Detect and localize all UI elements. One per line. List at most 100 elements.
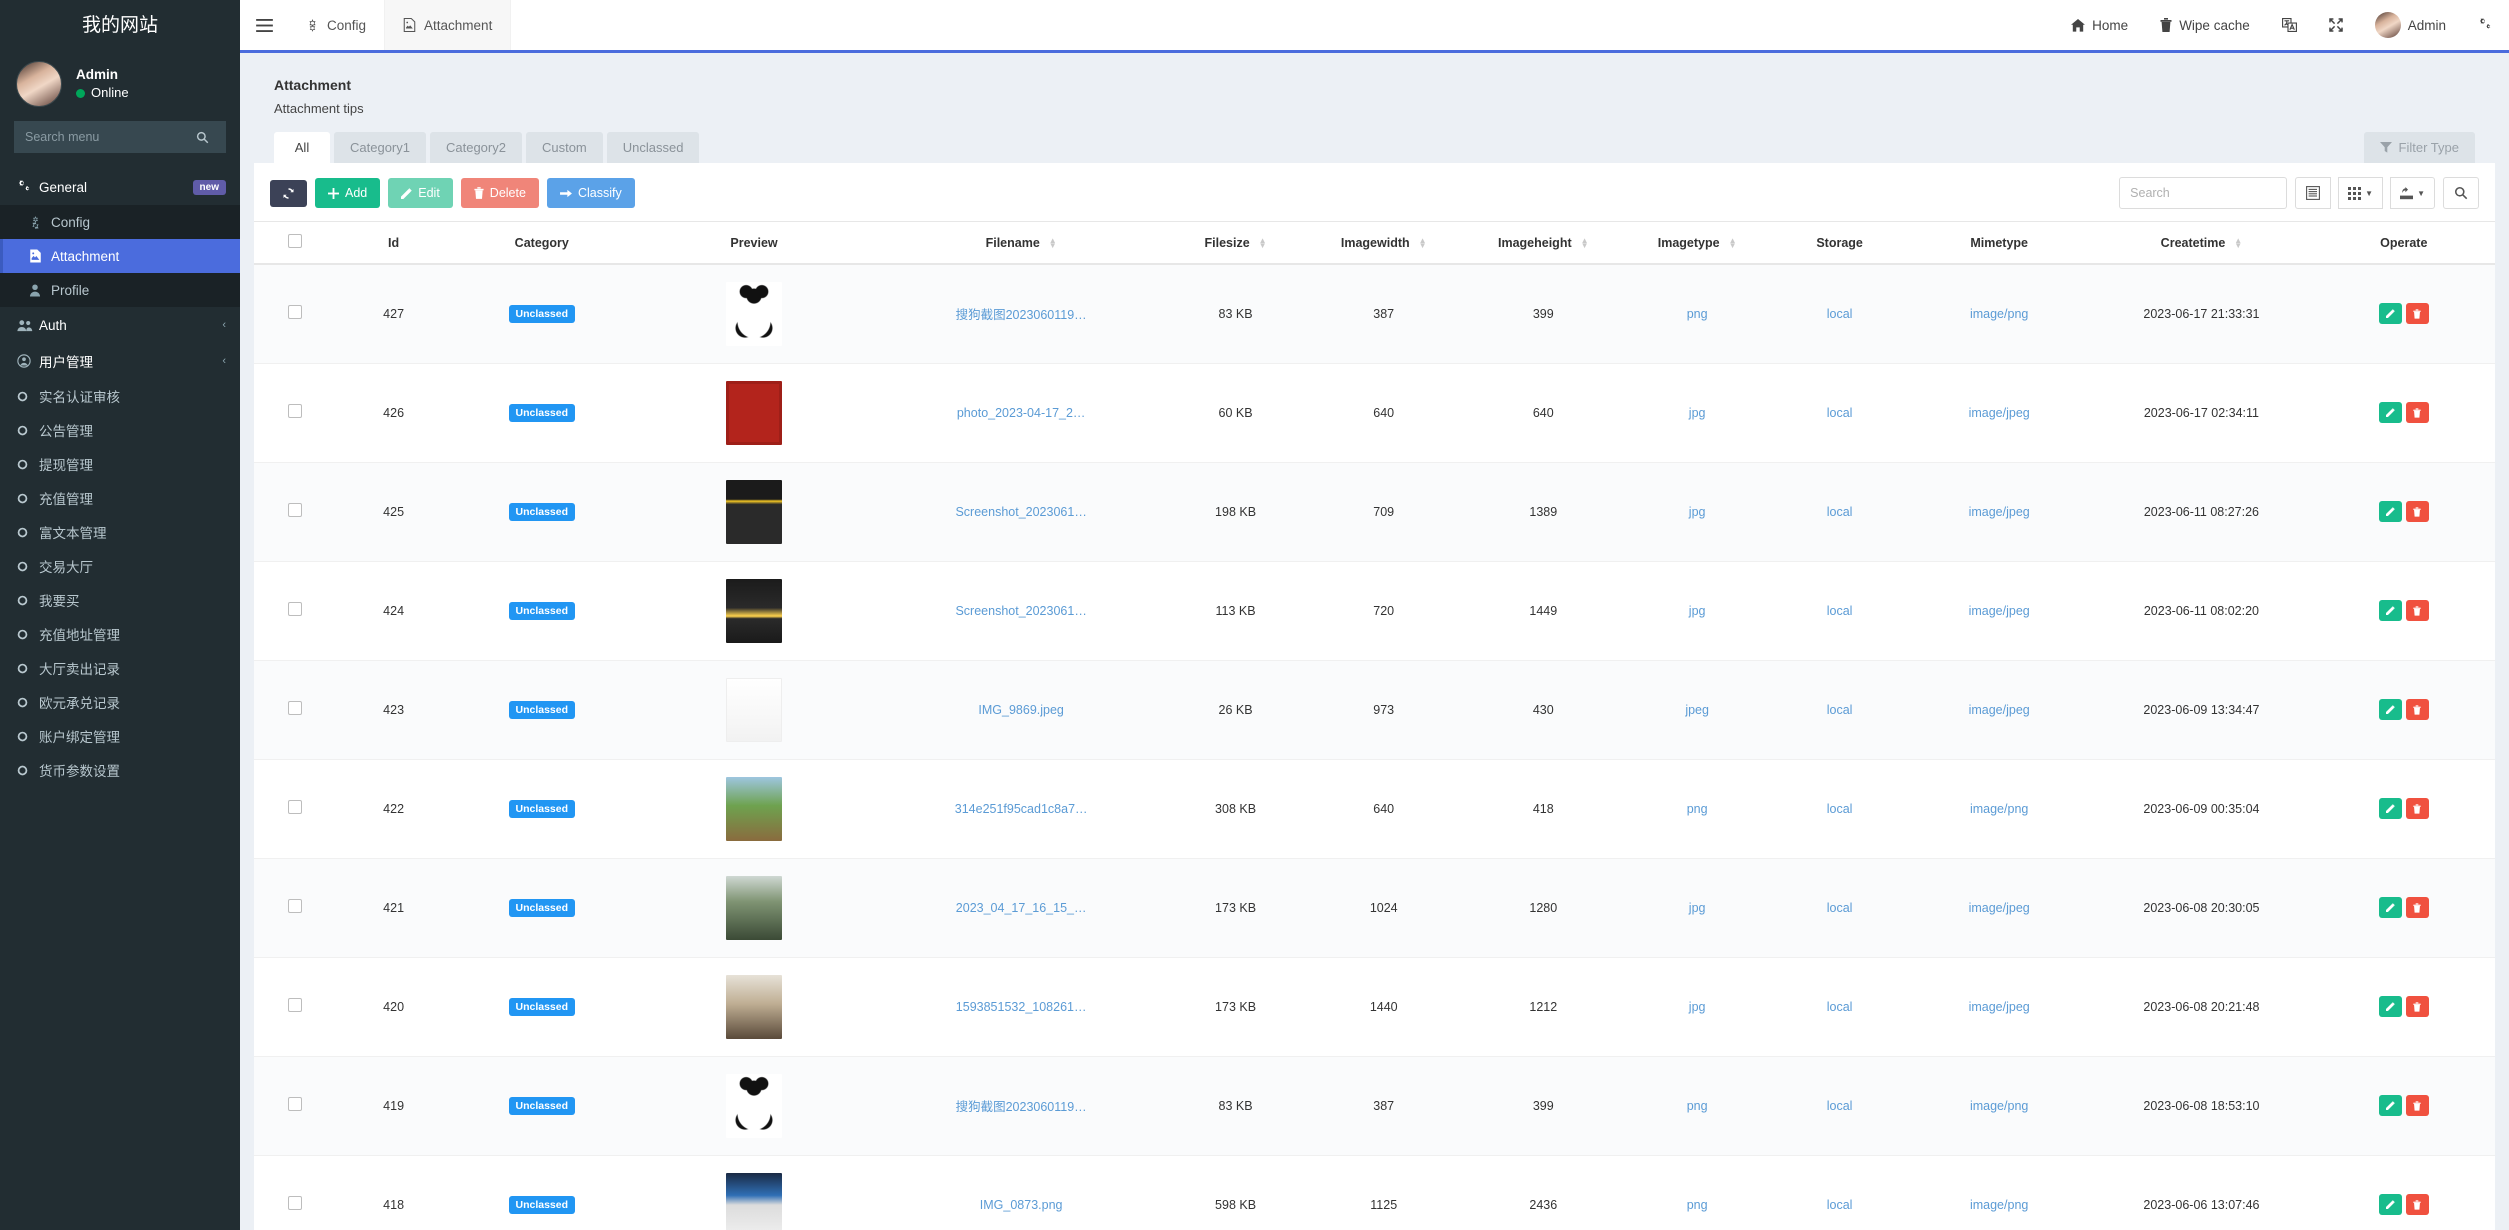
row-checkbox[interactable] <box>288 1196 302 1210</box>
mimetype-link[interactable]: image/jpeg <box>1969 901 2030 915</box>
row-checkbox[interactable] <box>288 800 302 814</box>
row-delete-button[interactable] <box>2406 897 2429 918</box>
sidebar-item-account-binding[interactable]: 账户绑定管理 <box>0 719 240 753</box>
filename-link[interactable]: 1593851532_108261… <box>956 1000 1087 1014</box>
search-input[interactable] <box>2119 177 2287 209</box>
table-row[interactable]: 420Unclassed1593851532_108261…173 KB1440… <box>254 957 2495 1056</box>
sidebar-item-richtext[interactable]: 富文本管理 <box>0 515 240 549</box>
imagetype-link[interactable]: jpg <box>1689 505 1706 519</box>
sidebar-item-general[interactable]: General new <box>0 169 240 205</box>
search-icon[interactable] <box>2443 177 2479 209</box>
row-delete-button[interactable] <box>2406 996 2429 1017</box>
mimetype-link[interactable]: image/jpeg <box>1969 703 2030 717</box>
sidebar-item-announcement[interactable]: 公告管理 <box>0 413 240 447</box>
imagetype-link[interactable]: jpg <box>1689 604 1706 618</box>
topbar-tab-attachment[interactable]: Attachment <box>385 0 511 50</box>
row-delete-button[interactable] <box>2406 600 2429 621</box>
storage-link[interactable]: local <box>1827 802 1853 816</box>
mimetype-link[interactable]: image/png <box>1970 307 2028 321</box>
sidebar-item-attachment[interactable]: Attachment <box>0 239 240 273</box>
search-icon[interactable] <box>196 122 225 152</box>
sidebar-item-user-management[interactable]: 用户管理 ‹ <box>0 343 240 379</box>
columns-icon[interactable] <box>2295 177 2331 209</box>
table-row[interactable]: 418UnclassedIMG_0873.png598 KB11252436pn… <box>254 1155 2495 1230</box>
sidebar-item-recharge-address[interactable]: 充值地址管理 <box>0 617 240 651</box>
edit-button[interactable]: Edit <box>388 178 453 208</box>
row-delete-button[interactable] <box>2406 303 2429 324</box>
settings-button[interactable] <box>2462 0 2509 50</box>
row-delete-button[interactable] <box>2406 1095 2429 1116</box>
th-filesize[interactable]: Filesize▲▼ <box>1167 222 1304 265</box>
table-row[interactable]: 422Unclassed314e251f95cad1c8a7…308 KB640… <box>254 759 2495 858</box>
table-row[interactable]: 427Unclassed搜狗截图2023060119…83 KB387399pn… <box>254 264 2495 363</box>
preview-thumbnail[interactable] <box>726 876 782 940</box>
row-edit-button[interactable] <box>2379 1194 2402 1215</box>
table-row[interactable]: 421Unclassed2023_04_17_16_15_…173 KB1024… <box>254 858 2495 957</box>
storage-link[interactable]: local <box>1827 1099 1853 1113</box>
row-checkbox[interactable] <box>288 899 302 913</box>
storage-link[interactable]: local <box>1827 406 1853 420</box>
row-edit-button[interactable] <box>2379 402 2402 423</box>
hamburger-icon[interactable] <box>240 0 288 50</box>
row-edit-button[interactable] <box>2379 1095 2402 1116</box>
preview-thumbnail[interactable] <box>726 381 782 445</box>
storage-link[interactable]: local <box>1827 1198 1853 1212</box>
storage-link[interactable]: local <box>1827 1000 1853 1014</box>
mimetype-link[interactable]: image/png <box>1970 1099 2028 1113</box>
row-delete-button[interactable] <box>2406 699 2429 720</box>
refresh-button[interactable] <box>270 180 307 207</box>
filename-link[interactable]: 2023_04_17_16_15_… <box>956 901 1087 915</box>
mimetype-link[interactable]: image/png <box>1970 1198 2028 1212</box>
imagetype-link[interactable]: jpg <box>1689 901 1706 915</box>
filename-link[interactable]: Screenshot_2023061… <box>955 604 1086 618</box>
sidebar-item-realname-audit[interactable]: 实名认证审核 <box>0 379 240 413</box>
tab-category2[interactable]: Category2 <box>430 132 522 163</box>
imagetype-link[interactable]: png <box>1687 1198 1708 1212</box>
row-delete-button[interactable] <box>2406 798 2429 819</box>
preview-thumbnail[interactable] <box>726 678 782 742</box>
filter-type-button[interactable]: Filter Type <box>2364 132 2475 163</box>
imagetype-link[interactable]: jpg <box>1689 406 1706 420</box>
storage-link[interactable]: local <box>1827 307 1853 321</box>
export-icon[interactable]: ▼ <box>2390 177 2435 209</box>
sidebar-item-hall-sell-records[interactable]: 大厅卖出记录 <box>0 651 240 685</box>
sidebar-item-auth[interactable]: Auth ‹ <box>0 307 240 343</box>
row-edit-button[interactable] <box>2379 501 2402 522</box>
tab-unclassed[interactable]: Unclassed <box>607 132 700 163</box>
sidebar-item-recharge[interactable]: 充值管理 <box>0 481 240 515</box>
row-checkbox[interactable] <box>288 1097 302 1111</box>
row-edit-button[interactable] <box>2379 897 2402 918</box>
th-createtime[interactable]: Createtime▲▼ <box>2090 222 2312 265</box>
th-id[interactable]: Id <box>337 222 451 265</box>
row-delete-button[interactable] <box>2406 501 2429 522</box>
search-menu-input[interactable] <box>15 130 196 144</box>
storage-link[interactable]: local <box>1827 604 1853 618</box>
table-row[interactable]: 424UnclassedScreenshot_2023061…113 KB720… <box>254 561 2495 660</box>
grid-icon[interactable]: ▼ <box>2338 177 2383 209</box>
th-filename[interactable]: Filename▲▼ <box>875 222 1167 265</box>
preview-thumbnail[interactable] <box>726 777 782 841</box>
mimetype-link[interactable]: image/png <box>1970 802 2028 816</box>
sidebar-item-profile[interactable]: Profile <box>0 273 240 307</box>
add-button[interactable]: Add <box>315 178 380 208</box>
preview-thumbnail[interactable] <box>726 282 782 346</box>
th-mimetype[interactable]: Mimetype <box>1908 222 2090 265</box>
imagetype-link[interactable]: png <box>1687 1099 1708 1113</box>
th-category[interactable]: Category <box>451 222 633 265</box>
home-button[interactable]: Home <box>2055 0 2144 50</box>
row-checkbox[interactable] <box>288 602 302 616</box>
filename-link[interactable]: 搜狗截图2023060119… <box>956 1100 1087 1114</box>
select-all-checkbox[interactable] <box>288 234 302 248</box>
tab-custom[interactable]: Custom <box>526 132 603 163</box>
tab-all[interactable]: All <box>274 132 330 163</box>
row-edit-button[interactable] <box>2379 600 2402 621</box>
th-imagetype[interactable]: Imagetype▲▼ <box>1623 222 1771 265</box>
mimetype-link[interactable]: image/jpeg <box>1969 604 2030 618</box>
classify-button[interactable]: Classify <box>547 178 635 208</box>
imagetype-link[interactable]: png <box>1687 307 1708 321</box>
fullscreen-button[interactable] <box>2313 0 2359 50</box>
preview-thumbnail[interactable] <box>726 1173 782 1230</box>
filename-link[interactable]: IMG_0873.png <box>980 1198 1063 1212</box>
th-preview[interactable]: Preview <box>633 222 875 265</box>
imagetype-link[interactable]: png <box>1687 802 1708 816</box>
